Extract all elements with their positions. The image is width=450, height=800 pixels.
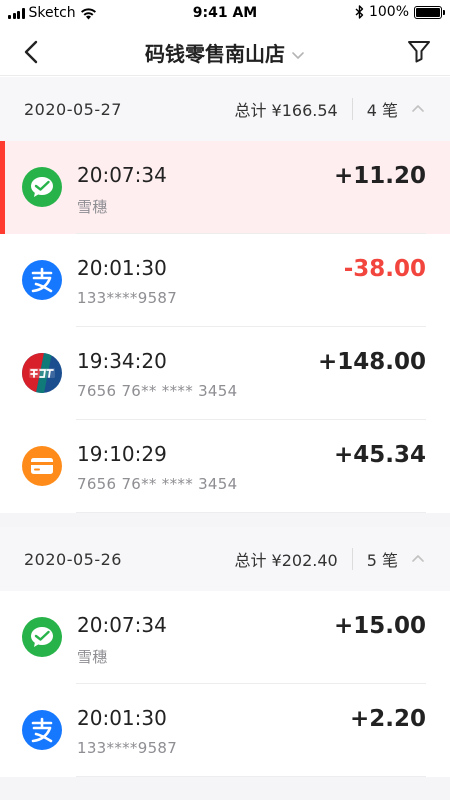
transaction-payer: 7656 76** **** 3454 <box>77 475 238 493</box>
row-divider <box>76 776 426 777</box>
battery-fill <box>416 7 440 17</box>
group-total: 总计 ¥166.54 <box>234 101 338 120</box>
transaction-group: 2020-05-27 总计 ¥166.54 4 笔 20:07:34 雪穗 +11.20 2… <box>0 77 450 513</box>
battery-icon <box>414 5 445 19</box>
transaction-amount: +2.20 <box>349 706 426 732</box>
battery-percent: 100% <box>368 4 409 20</box>
bank-card-icon <box>22 446 62 486</box>
page-title: 码钱零售南山店 <box>145 42 285 66</box>
row-divider <box>76 512 426 513</box>
transaction-amount: -38.00 <box>343 256 426 282</box>
transaction-time: 20:07:34 <box>77 613 167 637</box>
transaction-payer: 雪穗 <box>77 648 108 666</box>
transaction-row[interactable]: 20:01:30 133****9587 +2.20 <box>0 684 450 777</box>
transaction-group: 2020-05-26 总计 ¥202.40 5 笔 20:07:34 雪穗 +15.00 2… <box>0 527 450 777</box>
nav-bar: 码钱零售南山店 <box>0 28 450 76</box>
transaction-row[interactable]: 19:34:20 7656 76** **** 3454 +148.00 <box>0 327 450 420</box>
transaction-list[interactable]: 2020-05-27 总计 ¥166.54 4 笔 20:07:34 雪穗 +11.20 2… <box>0 77 450 800</box>
transaction-time: 19:10:29 <box>77 442 167 466</box>
group-date: 2020-05-26 <box>24 549 122 569</box>
transaction-time: 20:07:34 <box>77 163 167 187</box>
transaction-time: 20:01:30 <box>77 256 167 280</box>
wechat-pay-icon <box>22 617 62 657</box>
transaction-time: 19:34:20 <box>77 349 167 373</box>
transaction-amount: +11.20 <box>333 163 426 189</box>
transaction-row[interactable]: 20:01:30 133****9587 -38.00 <box>0 234 450 327</box>
transaction-amount: +45.34 <box>333 442 426 468</box>
filter-button[interactable] <box>406 38 432 64</box>
chevron-up-icon[interactable] <box>410 551 426 567</box>
group-total: 总计 ¥202.40 <box>234 551 338 570</box>
group-header[interactable]: 2020-05-27 总计 ¥166.54 4 笔 <box>0 77 450 141</box>
status-bar: Sketch 9:41 AM 100% <box>0 0 450 28</box>
transaction-payer: 雪穗 <box>77 198 108 216</box>
alipay-icon <box>22 710 62 750</box>
transaction-row[interactable]: 20:07:34 雪穗 +15.00 <box>0 591 450 684</box>
transaction-row[interactable]: 20:07:34 雪穗 +11.20 <box>0 141 450 234</box>
transaction-payer: 133****9587 <box>77 289 178 307</box>
transaction-amount: +15.00 <box>333 613 426 639</box>
store-selector[interactable]: 码钱零售南山店 <box>0 38 450 67</box>
unionpay-icon <box>22 353 62 393</box>
group-count: 5 笔 <box>366 551 398 570</box>
chevron-down-icon <box>292 51 304 59</box>
chevron-up-icon[interactable] <box>410 101 426 117</box>
divider <box>351 98 353 120</box>
transaction-time: 20:01:30 <box>77 706 167 730</box>
transaction-payer: 7656 76** **** 3454 <box>77 382 238 400</box>
status-right: 100% <box>355 4 445 20</box>
filter-icon <box>408 41 430 63</box>
wechat-pay-icon <box>22 167 62 207</box>
group-header[interactable]: 2020-05-26 总计 ¥202.40 5 笔 <box>0 527 450 591</box>
group-date: 2020-05-27 <box>24 99 122 119</box>
bluetooth-icon <box>355 5 364 19</box>
transaction-amount: +148.00 <box>317 349 426 375</box>
alipay-icon <box>22 260 62 300</box>
transaction-row[interactable]: 19:10:29 7656 76** **** 3454 +45.34 <box>0 420 450 513</box>
transaction-payer: 133****9587 <box>77 739 178 757</box>
divider <box>351 548 353 570</box>
group-count: 4 笔 <box>366 101 398 120</box>
